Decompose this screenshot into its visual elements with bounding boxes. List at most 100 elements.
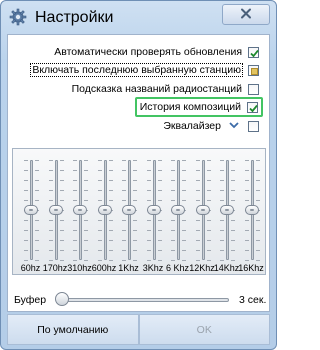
eq-slider[interactable] [117,149,141,276]
option-station-hints[interactable]: Подсказка названий радиостанций [72,81,259,97]
eq-tick [24,180,28,181]
eq-tick [133,220,137,221]
eq-tick [97,200,102,201]
eq-slider-thumb[interactable] [122,205,136,215]
buffer-value: 3 сек. [239,294,267,306]
equalizer-checkbox[interactable] [248,120,259,132]
eq-tick [73,250,77,251]
eq-tick [244,190,249,191]
eq-slider-thumb[interactable] [171,205,185,215]
option-equalizer[interactable]: Эквалайзер [163,118,259,134]
eq-slider-thumb[interactable] [195,205,210,215]
option-auto-update[interactable]: Автоматически проверять обновления [54,44,259,60]
eq-tick [244,230,249,231]
close-button[interactable] [222,4,270,25]
station-hints-checkbox[interactable] [248,83,259,95]
eq-tick [108,180,113,181]
eq-band-label: 14Khz [213,263,240,273]
eq-tick [220,200,224,201]
eq-tick [206,250,211,251]
eq-band-label: 600hz [91,263,117,273]
eq-tick [255,160,260,161]
eq-tick [59,260,64,261]
auto-update-checkbox[interactable] [248,46,259,58]
eq-tick [195,180,200,181]
eq-tick [122,160,126,161]
eq-tick [133,230,137,231]
eq-slider-thumb[interactable] [48,205,63,215]
chevron-down-icon [229,120,239,132]
eq-tick [220,160,224,161]
eq-slider[interactable] [191,149,215,276]
eq-slider-thumb[interactable] [146,205,161,215]
eq-tick [73,200,77,201]
eq-slider[interactable] [166,149,190,276]
eq-tick [48,200,53,201]
option-label: История композиций [139,101,241,113]
eq-tick [220,180,224,181]
eq-tick [35,200,39,201]
eq-tick [108,160,113,161]
eq-slider-thumb[interactable] [73,205,87,215]
eq-tick [206,160,211,161]
eq-slider[interactable] [44,149,68,276]
eq-tick [24,230,28,231]
ok-button[interactable]: OK [138,314,270,345]
eq-tick [73,190,77,191]
eq-slider-thumb[interactable] [220,205,234,215]
eq-tick [59,240,64,241]
eq-tick [108,170,113,171]
default-button[interactable]: По умолчанию [7,314,139,345]
eq-tick [171,240,175,241]
eq-slider-thumb[interactable] [24,205,38,215]
eq-tick [97,260,102,261]
eq-tick [206,180,211,181]
eq-tick [157,190,162,191]
eq-tick [220,240,224,241]
eq-slider[interactable] [68,149,92,276]
eq-tick [97,160,102,161]
eq-tick [59,220,64,221]
eq-tick [59,170,64,171]
eq-tick [182,170,186,171]
last-station-checkbox[interactable] [248,64,259,76]
eq-band-label: 60hz [20,263,41,273]
eq-tick [195,190,200,191]
buffer-slider-thumb[interactable] [55,292,69,306]
option-track-history[interactable]: История композиций [134,97,263,117]
eq-tick [146,230,151,231]
eq-tick [244,260,249,261]
eq-tick [35,250,39,251]
eq-tick [182,260,186,261]
buffer-slider-track[interactable] [57,298,229,302]
eq-tick [122,250,126,251]
eq-tick [255,190,260,191]
eq-tick [195,260,200,261]
option-last-station[interactable]: Включать последнюю выбранную станцию [30,62,259,78]
eq-tick [220,220,224,221]
eq-slider[interactable] [240,149,264,276]
eq-slider[interactable] [215,149,239,276]
eq-tick [48,220,53,221]
eq-slider[interactable] [19,149,43,276]
eq-tick [133,250,137,251]
eq-tick [73,240,77,241]
equalizer-dropdown-button[interactable] [227,119,241,133]
eq-tick [84,200,88,201]
eq-tick [171,230,175,231]
eq-slider-thumb[interactable] [97,205,112,215]
eq-tick [255,200,260,201]
eq-tick [206,220,211,221]
eq-tick [231,200,235,201]
eq-tick [171,190,175,191]
track-history-checkbox[interactable] [247,101,258,113]
eq-tick [35,240,39,241]
eq-tick [59,200,64,201]
eq-slider[interactable] [93,149,117,276]
eq-tick [122,170,126,171]
eq-slider[interactable] [142,149,166,276]
eq-slider-thumb[interactable] [244,205,259,215]
eq-tick [84,190,88,191]
eq-tick [146,180,151,181]
eq-tick [35,260,39,261]
